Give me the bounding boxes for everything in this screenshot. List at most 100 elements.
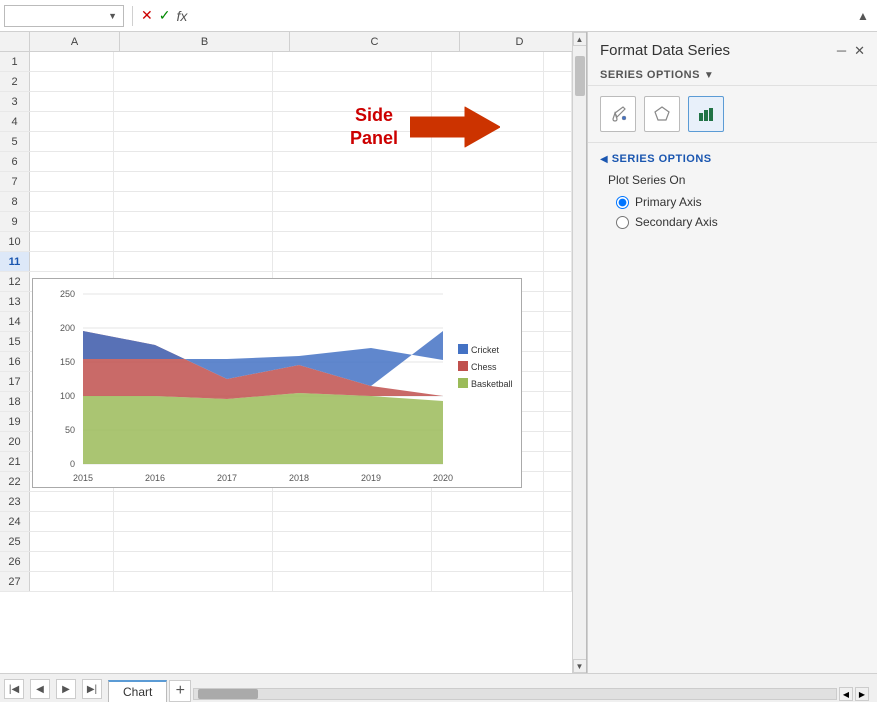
- table-row: 2: [0, 72, 572, 92]
- side-panel-minimize-button[interactable]: ─: [837, 43, 846, 58]
- chart-sheet-tab-label: Chart: [123, 685, 152, 699]
- table-row: 3 SidePanel: [0, 92, 572, 112]
- svg-text:200: 200: [60, 323, 75, 333]
- cell-e2[interactable]: [544, 72, 572, 91]
- main-container: A B C D E 1: [0, 32, 877, 673]
- axis-radio-group: Primary Axis Secondary Axis: [600, 195, 865, 229]
- bar-chart-icon-button[interactable]: [688, 96, 724, 132]
- h-scroll-right[interactable]: ▶: [855, 687, 869, 701]
- secondary-axis-radio[interactable]: [616, 216, 629, 229]
- collapse-button[interactable]: ▲: [853, 6, 873, 26]
- table-row: 1: [0, 52, 572, 72]
- svg-text:150: 150: [60, 357, 75, 367]
- scroll-up-button[interactable]: ▲: [573, 32, 587, 46]
- bar-chart-icon: [697, 105, 715, 123]
- cell-d1[interactable]: [432, 52, 544, 71]
- svg-text:Cricket: Cricket: [471, 345, 500, 355]
- add-sheet-icon: +: [176, 682, 185, 700]
- tab-nav-last-button[interactable]: ▶|: [82, 679, 102, 699]
- primary-axis-radio[interactable]: [616, 196, 629, 209]
- tab-bar: |◀ ◀ ▶ ▶| Chart + ◀ ▶: [0, 673, 877, 701]
- svg-text:Basketball: Basketball: [471, 379, 513, 389]
- scroll-track[interactable]: [573, 46, 587, 659]
- svg-text:50: 50: [65, 425, 75, 435]
- cell-d2[interactable]: [432, 72, 544, 91]
- horizontal-scrollbar[interactable]: [193, 688, 837, 700]
- table-row: 24: [0, 512, 572, 532]
- svg-text:2016: 2016: [145, 473, 165, 483]
- table-row: 9: [0, 212, 572, 232]
- tab-nav-prev-button[interactable]: ◀: [30, 679, 50, 699]
- table-row: 26: [0, 552, 572, 572]
- side-panel-controls: ─ ✕: [837, 43, 865, 59]
- svg-text:250: 250: [60, 289, 75, 299]
- col-header-c[interactable]: C: [290, 32, 460, 51]
- primary-axis-option[interactable]: Primary Axis: [616, 195, 865, 209]
- table-row: 27: [0, 572, 572, 592]
- cell-e3[interactable]: [544, 92, 572, 111]
- col-header-b[interactable]: B: [120, 32, 290, 51]
- cell-c2[interactable]: [273, 72, 432, 91]
- svg-text:2017: 2017: [217, 473, 237, 483]
- series-icons-row: [588, 86, 877, 143]
- plot-series-label: Plot Series On: [600, 173, 865, 187]
- fx-icon[interactable]: fx: [176, 8, 187, 24]
- cell-a2[interactable]: [30, 72, 114, 91]
- col-header-a[interactable]: A: [30, 32, 120, 51]
- cell-a1[interactable]: [30, 52, 114, 71]
- add-sheet-button[interactable]: +: [169, 680, 191, 702]
- formula-icons: ✕ ✓ fx: [141, 7, 187, 24]
- formula-input[interactable]: [191, 5, 849, 27]
- col-header-d[interactable]: D: [460, 32, 572, 51]
- chart-svg: 0 50 100 150 200 250 2015 2016 2017 2018…: [43, 289, 533, 499]
- cell-a3[interactable]: SidePanel: [30, 92, 114, 111]
- h-scroll-left[interactable]: ◀: [839, 687, 853, 701]
- svg-text:2019: 2019: [361, 473, 381, 483]
- cell-e1[interactable]: [544, 52, 572, 71]
- series-options-arrow: ▼: [704, 70, 714, 81]
- svg-text:0: 0: [70, 459, 75, 469]
- vertical-scrollbar[interactable]: ▲ ▼: [572, 32, 586, 673]
- formula-bar: ▼ ✕ ✓ fx ▲: [0, 0, 877, 32]
- tab-nav-next-button[interactable]: ▶: [56, 679, 76, 699]
- row-number: 3: [0, 92, 30, 111]
- name-box-dropdown-icon[interactable]: ▼: [108, 11, 117, 21]
- side-panel-close-button[interactable]: ✕: [854, 43, 865, 59]
- annotation-text: SidePanel: [350, 104, 398, 151]
- arrow-icon: [410, 102, 500, 152]
- series-content: ◀ SERIES OPTIONS Plot Series On Primary …: [588, 143, 877, 239]
- svg-text:2018: 2018: [289, 473, 309, 483]
- row-header-spacer: [0, 32, 30, 51]
- cell-b1[interactable]: [114, 52, 273, 71]
- effects-icon: [653, 105, 671, 123]
- table-row: 6: [0, 152, 572, 172]
- cell-b3[interactable]: [114, 92, 273, 111]
- chart-sheet-tab[interactable]: Chart: [108, 680, 167, 702]
- secondary-axis-option[interactable]: Secondary Axis: [616, 215, 865, 229]
- primary-axis-label: Primary Axis: [635, 195, 702, 209]
- table-row: 8: [0, 192, 572, 212]
- row-number: 2: [0, 72, 30, 91]
- scroll-thumb[interactable]: [575, 56, 585, 96]
- scroll-down-button[interactable]: ▼: [573, 659, 587, 673]
- section-arrow-icon: ◀: [600, 154, 608, 165]
- svg-text:100: 100: [60, 391, 75, 401]
- row-number: 1: [0, 52, 30, 71]
- tab-nav-first-button[interactable]: |◀: [4, 679, 24, 699]
- side-panel-header: Format Data Series ─ ✕: [588, 32, 877, 65]
- chart-container[interactable]: 0 50 100 150 200 250 2015 2016 2017 2018…: [32, 278, 522, 488]
- secondary-axis-label: Secondary Axis: [635, 215, 718, 229]
- effects-icon-button[interactable]: [644, 96, 680, 132]
- svg-text:2015: 2015: [73, 473, 93, 483]
- name-box[interactable]: ▼: [4, 5, 124, 27]
- cell-c1[interactable]: [273, 52, 432, 71]
- h-scroll-thumb[interactable]: [198, 689, 258, 699]
- series-options-bar: SERIES OPTIONS ▼: [588, 65, 877, 86]
- cell-b2[interactable]: [114, 72, 273, 91]
- svg-text:Chess: Chess: [471, 362, 497, 372]
- table-row: 11: [0, 252, 572, 272]
- series-options-label: SERIES OPTIONS: [600, 69, 700, 81]
- cancel-icon[interactable]: ✕: [141, 7, 153, 24]
- confirm-icon[interactable]: ✓: [159, 7, 171, 24]
- paint-bucket-icon-button[interactable]: [600, 96, 636, 132]
